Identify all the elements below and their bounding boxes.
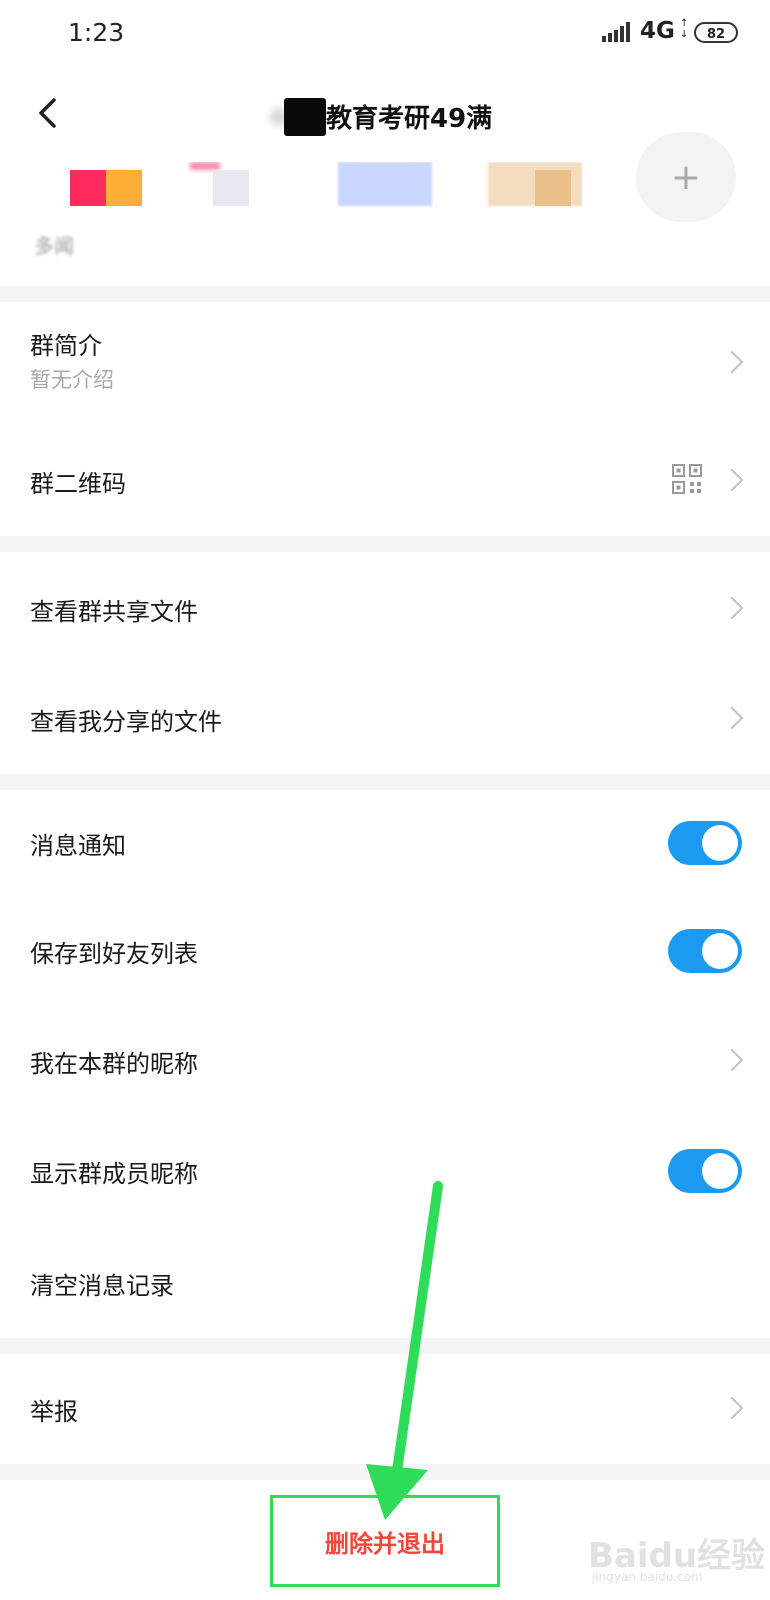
signal-icon xyxy=(602,22,630,42)
chevron-right-icon xyxy=(720,706,744,730)
my-files-row[interactable]: 查看我分享的文件 xyxy=(0,662,770,774)
shared-files-label: 查看群共享文件 xyxy=(30,598,198,626)
battery-indicator: 82 xyxy=(694,22,738,43)
group-qr-row[interactable]: 群二维码 xyxy=(0,422,770,536)
qr-code-icon xyxy=(672,464,702,494)
report-row[interactable]: 举报 xyxy=(0,1354,770,1464)
save-contacts-label: 保存到好友列表 xyxy=(30,940,198,968)
avatar[interactable] xyxy=(106,170,142,206)
section-divider xyxy=(0,286,770,302)
back-arrow-icon[interactable] xyxy=(32,96,66,130)
redaction-block xyxy=(284,98,326,136)
avatar[interactable] xyxy=(338,162,432,206)
toggle-knob xyxy=(702,1153,738,1189)
my-nickname-row[interactable]: 我在本群的昵称 xyxy=(0,1004,770,1114)
toggle-knob xyxy=(702,933,738,969)
avatar[interactable] xyxy=(70,170,108,206)
group-intro-label: 群简介 xyxy=(30,332,102,360)
delete-and-exit-button[interactable]: 删除并退出 xyxy=(270,1495,500,1587)
watermark-url: jingyan.baidu.com xyxy=(592,1570,703,1584)
section-divider xyxy=(0,1338,770,1354)
page-title: 教育考研49满 xyxy=(326,104,493,134)
members-label: 多闻 xyxy=(34,234,74,258)
show-nicknames-toggle[interactable] xyxy=(668,1149,742,1193)
network-type: 4G xyxy=(640,18,675,44)
add-member-button[interactable]: + xyxy=(636,132,736,222)
report-label: 举报 xyxy=(30,1398,78,1426)
baidu-watermark: Baidu经验 jingyan.baidu.com xyxy=(588,1510,768,1590)
shared-files-row[interactable]: 查看群共享文件 xyxy=(0,552,770,662)
chevron-right-icon xyxy=(720,1396,744,1420)
save-contacts-toggle[interactable] xyxy=(668,929,742,973)
clear-history-label: 清空消息记录 xyxy=(30,1272,174,1300)
avatar[interactable] xyxy=(190,162,220,170)
delete-and-exit-label: 删除并退出 xyxy=(325,1529,445,1558)
my-nickname-label: 我在本群的昵称 xyxy=(30,1050,198,1078)
show-nicknames-label: 显示群成员昵称 xyxy=(30,1160,198,1188)
group-intro-value: 暂无介绍 xyxy=(30,368,114,392)
chevron-right-icon xyxy=(720,596,744,620)
group-qr-label: 群二维码 xyxy=(30,470,126,498)
my-files-label: 查看我分享的文件 xyxy=(30,708,222,736)
toggle-knob xyxy=(702,825,738,861)
chevron-right-icon xyxy=(720,350,744,374)
avatar[interactable] xyxy=(535,170,571,206)
save-contacts-row: 保存到好友列表 xyxy=(0,894,770,1004)
chevron-right-icon xyxy=(720,468,744,492)
group-intro-row[interactable]: 群简介 暂无介绍 xyxy=(0,302,770,422)
chevron-right-icon xyxy=(720,1048,744,1072)
show-nicknames-row: 显示群成员昵称 xyxy=(0,1114,770,1224)
data-activity-icon: ↑ ↓ xyxy=(680,18,689,40)
message-notify-label: 消息通知 xyxy=(30,832,126,860)
clear-history-row[interactable]: 清空消息记录 xyxy=(0,1224,770,1338)
section-divider xyxy=(0,774,770,790)
message-notify-toggle[interactable] xyxy=(668,821,742,865)
section-divider xyxy=(0,536,770,552)
message-notify-row: 消息通知 xyxy=(0,790,770,894)
section-divider xyxy=(0,1464,770,1480)
avatar[interactable] xyxy=(213,170,249,206)
status-time: 1:23 xyxy=(68,18,125,47)
